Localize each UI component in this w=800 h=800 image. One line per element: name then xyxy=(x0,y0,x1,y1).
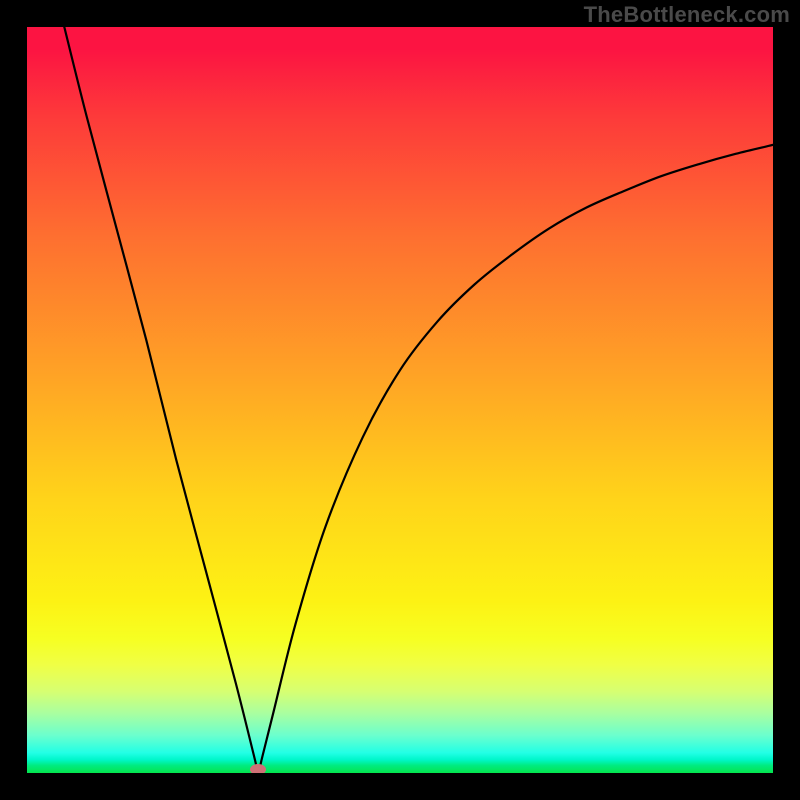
watermark-text: TheBottleneck.com xyxy=(584,2,790,28)
plot-area xyxy=(27,27,773,773)
chart-frame: TheBottleneck.com xyxy=(0,0,800,800)
bottleneck-curve xyxy=(27,27,773,773)
optimal-point-marker xyxy=(250,764,266,773)
